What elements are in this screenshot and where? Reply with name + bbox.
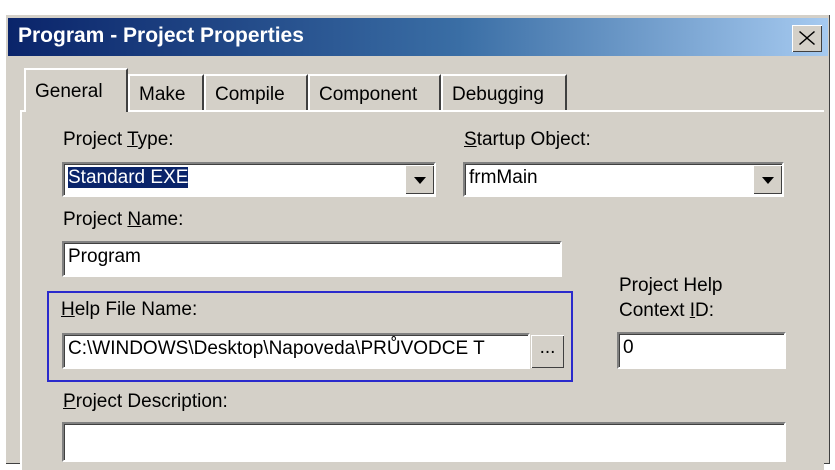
- tab-compile[interactable]: Compile: [204, 74, 308, 110]
- close-button[interactable]: [792, 25, 822, 52]
- project-description-label: Project Description:: [63, 391, 228, 412]
- tab-make[interactable]: Make: [128, 74, 204, 110]
- close-icon: [799, 31, 815, 45]
- tab-debugging[interactable]: Debugging: [441, 74, 567, 110]
- project-type-value: Standard EXE: [68, 167, 189, 188]
- project-type-dropdown-button[interactable]: [405, 165, 434, 194]
- tab-component[interactable]: Component: [308, 74, 441, 110]
- chevron-down-icon: [413, 176, 426, 184]
- startup-object-value: frmMain: [469, 167, 538, 188]
- project-type-label: Project Type:: [63, 129, 174, 150]
- window-title: Program - Project Properties: [18, 24, 304, 47]
- project-name-input[interactable]: Program: [62, 241, 562, 277]
- help-file-input[interactable]: C:\WINDOWS\Desktop\Napoveda\PRŮVODCE T: [62, 333, 530, 369]
- project-name-label: Project Name:: [63, 209, 184, 230]
- startup-object-dropdown-button[interactable]: [753, 165, 782, 194]
- project-description-input[interactable]: [62, 422, 786, 462]
- help-context-id-input[interactable]: 0: [617, 332, 786, 369]
- tab-general[interactable]: General: [24, 68, 128, 112]
- help-context-id-value: 0: [623, 337, 634, 358]
- browse-help-file-button[interactable]: ...: [531, 335, 564, 368]
- project-type-select[interactable]: Standard EXE: [62, 162, 436, 197]
- chevron-down-icon: [761, 176, 774, 184]
- help-file-value: C:\WINDOWS\Desktop\Napoveda\PRŮVODCE T: [68, 338, 485, 359]
- startup-object-select[interactable]: frmMain: [463, 162, 784, 197]
- project-name-value: Program: [68, 246, 141, 267]
- help-file-label: Help File Name:: [61, 299, 198, 320]
- startup-object-label: Startup Object:: [464, 129, 591, 150]
- help-context-label-line2: Context ID:: [619, 300, 715, 321]
- help-context-label-line1: Project Help: [619, 275, 723, 296]
